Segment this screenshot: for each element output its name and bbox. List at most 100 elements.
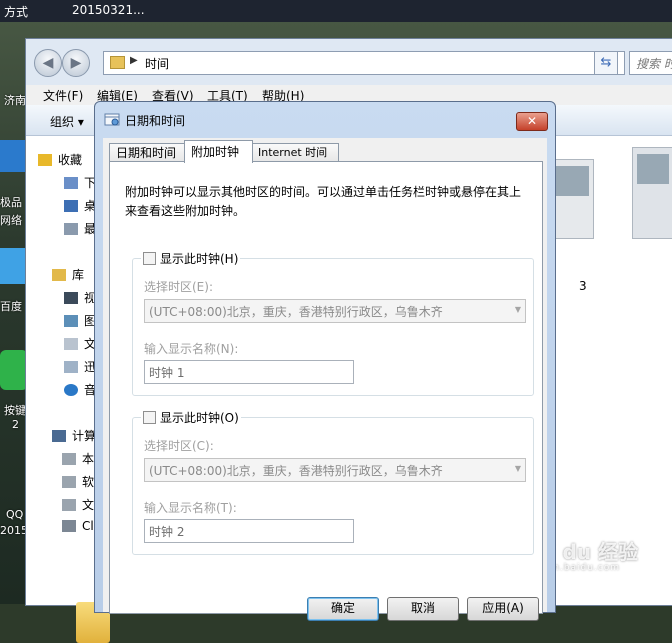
drive-icon: [62, 453, 76, 465]
star-icon: [38, 154, 52, 166]
document-icon: [64, 338, 78, 350]
clock-globe-icon: [104, 113, 120, 126]
recent-icon: [64, 223, 78, 235]
desktop-icon-label[interactable]: 百度: [0, 298, 22, 314]
display-name-value: 时钟 2: [149, 525, 185, 539]
timezone-select[interactable]: (UTC+08:00)北京，重庆，香港特别行政区，乌鲁木齐 ▼: [144, 458, 526, 482]
display-name-label: 输入显示名称(N):: [144, 342, 239, 356]
nav-thunder[interactable]: 迅: [64, 358, 96, 375]
checkbox-box[interactable]: [143, 252, 156, 265]
clock1-checkbox[interactable]: 显示此时钟(H): [141, 250, 241, 267]
nav-desktop[interactable]: 桌: [64, 197, 96, 214]
cancel-button[interactable]: 取消: [387, 597, 459, 621]
nav-label: 收藏: [58, 153, 83, 167]
nav-label: 软: [82, 475, 95, 489]
nav-videos[interactable]: 视: [64, 289, 96, 306]
nav-drive-software[interactable]: 软: [62, 473, 94, 490]
search-placeholder: 搜索 时: [636, 57, 672, 71]
desktop-icon-label[interactable]: 2: [12, 418, 19, 431]
tab-date-time[interactable]: 日期和时间: [109, 143, 186, 162]
breadcrumb-arrow-icon[interactable]: ▶: [130, 55, 138, 66]
address-text: 时间: [145, 57, 170, 71]
date-time-dialog: 日期和时间 ✕ 日期和时间 附加时钟 Internet 时间 附加时钟可以显示其…: [94, 101, 556, 621]
timezone-select[interactable]: (UTC+08:00)北京，重庆，香港特别行政区，乌鲁木齐 ▼: [144, 299, 526, 323]
drive-icon: [62, 476, 76, 488]
clock2-checkbox[interactable]: 显示此时钟(O): [141, 409, 241, 426]
dialog-title: 日期和时间: [125, 114, 186, 128]
close-icon: ✕: [526, 114, 538, 128]
nav-downloads[interactable]: 下: [64, 174, 96, 191]
nav-computer[interactable]: 计算: [52, 427, 96, 444]
clock1-group: 显示此时钟(H) 选择时区(E): (UTC+08:00)北京，重庆，香港特别行…: [132, 250, 534, 396]
folder-icon: [110, 56, 125, 69]
search-input[interactable]: 搜索 时: [629, 51, 672, 75]
timezone-value: (UTC+08:00)北京，重庆，香港特别行政区，乌鲁木齐: [149, 464, 443, 478]
dialog-body: 日期和时间 附加时钟 Internet 时间 附加时钟可以显示其他时区的时间。可…: [103, 138, 547, 614]
desktop-top-item[interactable]: 20150321...: [72, 3, 145, 17]
desktop-top-strip: 方式 20150321...: [0, 0, 672, 22]
nav-label: 文: [82, 498, 95, 512]
nav-label: 库: [72, 268, 85, 282]
organize-button[interactable]: 组织 ▾: [50, 113, 84, 130]
tab-additional-clocks[interactable]: 附加时钟: [184, 140, 253, 163]
refresh-button[interactable]: ⇆: [594, 51, 618, 75]
download-icon: [64, 177, 78, 189]
desktop-icon-label[interactable]: QQ: [6, 508, 23, 521]
drive-icon: [62, 520, 76, 532]
file-thumbnail[interactable]: [632, 147, 672, 239]
address-bar[interactable]: ▶ 时间 ▼: [103, 51, 625, 75]
arrow-right-icon: ▶: [70, 55, 82, 71]
nav-drive-local[interactable]: 本: [62, 450, 94, 467]
drive-icon: [62, 499, 76, 511]
library-icon: [52, 269, 66, 281]
checkbox-box[interactable]: [143, 411, 156, 424]
picture-icon: [64, 315, 78, 327]
display-name-input[interactable]: 时钟 2: [144, 519, 354, 543]
nav-drive-cloud[interactable]: Cl: [62, 519, 94, 533]
desktop-icon-label[interactable]: 极品: [0, 194, 22, 210]
ok-button[interactable]: 确定: [307, 597, 379, 621]
display-name-value: 时钟 1: [149, 366, 185, 380]
nav-pictures[interactable]: 图: [64, 312, 96, 329]
back-button[interactable]: ◀: [34, 49, 62, 77]
apply-button[interactable]: 应用(A): [467, 597, 539, 621]
file-thumbnail-label: 3: [579, 279, 587, 293]
desktop-icon-label[interactable]: 网络: [0, 212, 22, 228]
nav-libraries[interactable]: 库: [52, 266, 84, 283]
additional-clocks-panel: 附加时钟可以显示其他时区的时间。可以通过单击任务栏时钟或悬停在其上来查看这些附加…: [109, 161, 543, 614]
baidu-app-icon[interactable]: [0, 248, 28, 284]
timezone-value: (UTC+08:00)北京，重庆，香港特别行政区，乌鲁木齐: [149, 305, 443, 319]
desktop-app-icon[interactable]: [0, 140, 28, 172]
nav-music[interactable]: 音: [64, 381, 96, 398]
nav-drive-documents[interactable]: 文: [62, 496, 94, 513]
menu-file[interactable]: 文件(F): [43, 87, 83, 104]
nav-label: 计算: [72, 429, 97, 443]
desktop-top-item[interactable]: 方式: [4, 3, 28, 20]
timezone-label: 选择时区(C):: [144, 439, 214, 453]
display-name-input[interactable]: 时钟 1: [144, 360, 354, 384]
nav-recent[interactable]: 最: [64, 220, 96, 237]
file-thumbnail[interactable]: [550, 159, 594, 239]
timezone-label: 选择时区(E):: [144, 280, 213, 294]
nav-documents[interactable]: 文: [64, 335, 96, 352]
close-button[interactable]: ✕: [516, 112, 548, 131]
tab-internet-time[interactable]: Internet 时间: [251, 143, 339, 162]
desktop-icon-label[interactable]: 按键: [4, 402, 26, 418]
checkbox-label: 显示此时钟(O): [160, 411, 239, 425]
forward-button[interactable]: ▶: [62, 49, 90, 77]
computer-icon: [52, 430, 66, 442]
nav-label: Cl: [82, 519, 94, 533]
navigation-pane: 收藏 下 桌 最 库 视 图 文 迅 音 计算 本 软 文 Cl: [26, 136, 97, 605]
chevron-down-icon: ▼: [514, 305, 521, 314]
checkbox-label: 显示此时钟(H): [160, 252, 239, 266]
download-folder-icon: [64, 361, 78, 373]
music-icon: [64, 384, 78, 396]
refresh-icon: ⇆: [600, 55, 612, 70]
keypress-app-icon[interactable]: [0, 350, 28, 390]
desktop-icon-label[interactable]: 济南: [4, 92, 26, 108]
nav-favorites[interactable]: 收藏: [38, 151, 82, 168]
desktop-icon-label[interactable]: 2015: [0, 524, 28, 537]
arrow-left-icon: ◀: [42, 55, 54, 71]
display-name-label: 输入显示名称(T):: [144, 501, 237, 515]
clock2-group: 显示此时钟(O) 选择时区(C): (UTC+08:00)北京，重庆，香港特别行…: [132, 409, 534, 555]
